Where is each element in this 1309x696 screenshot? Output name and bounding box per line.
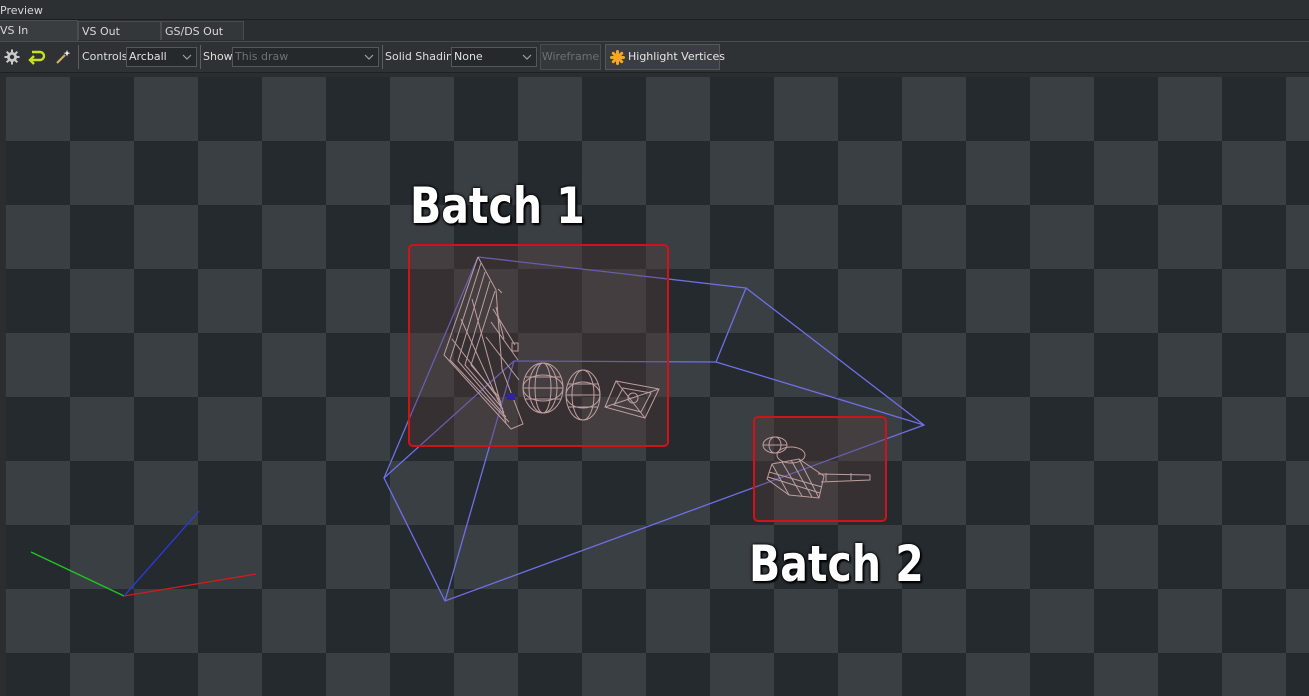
batch-1-box	[408, 244, 669, 447]
tab-vs-out[interactable]: VS Out	[78, 21, 161, 40]
tab-vs-in[interactable]: VS In	[0, 20, 78, 41]
x-axis-line	[123, 573, 257, 597]
stage-tabs: VS In VS Out GS/DS Out	[0, 20, 1309, 42]
show-dropdown[interactable]: This draw	[232, 47, 379, 67]
magic-wand-icon[interactable]	[53, 47, 73, 67]
toolbar-separator	[382, 45, 383, 69]
tab-gsds-out-label: GS/DS Out	[165, 25, 224, 38]
preview-panel-title: Preview	[0, 0, 1309, 20]
toolbar-separator	[78, 45, 79, 69]
highlight-vertices-button[interactable]: Highlight Vertices	[605, 44, 725, 70]
solid-shading-value: None	[454, 50, 483, 63]
solid-shading-dropdown[interactable]: None	[451, 47, 537, 67]
highlight-asterisk-icon	[610, 50, 625, 65]
y-axis-line	[30, 551, 125, 597]
batch-2-box	[753, 416, 887, 522]
gear-icon[interactable]	[2, 47, 22, 67]
highlight-vertices-label: Highlight Vertices	[628, 50, 726, 63]
tab-vs-in-label: VS In	[0, 24, 29, 37]
chevron-down-icon	[522, 54, 532, 60]
wireframe-label: Wireframe	[541, 50, 600, 63]
scene-overlay	[30, 244, 926, 602]
chevron-down-icon	[364, 54, 374, 60]
axis-gizmo	[30, 510, 257, 597]
tab-vs-out-label: VS Out	[82, 25, 120, 38]
controls-value: Arcball	[129, 50, 167, 63]
chevron-down-icon	[182, 54, 192, 60]
solid-shading-label: Solid Shading	[385, 50, 460, 63]
controls-dropdown[interactable]: Arcball	[126, 47, 197, 67]
z-axis-line	[123, 510, 200, 597]
show-value: This draw	[235, 50, 289, 63]
batch-2-label: Batch 2	[749, 535, 924, 593]
toolbar-separator	[200, 45, 201, 69]
reset-arrow-icon[interactable]	[27, 47, 47, 67]
preview-toolbar: Controls Arcball Show This draw Solid Sh…	[0, 42, 1309, 73]
show-label: Show	[203, 50, 233, 63]
mesh-preview-viewport[interactable]: Batch 1 Batch 2	[6, 77, 1309, 696]
controls-label: Controls	[82, 50, 128, 63]
panel-title: Preview	[0, 4, 43, 17]
batch-1-label: Batch 1	[410, 177, 585, 235]
tab-gsds-out[interactable]: GS/DS Out	[161, 21, 244, 40]
wireframe-button[interactable]: Wireframe	[540, 44, 601, 70]
